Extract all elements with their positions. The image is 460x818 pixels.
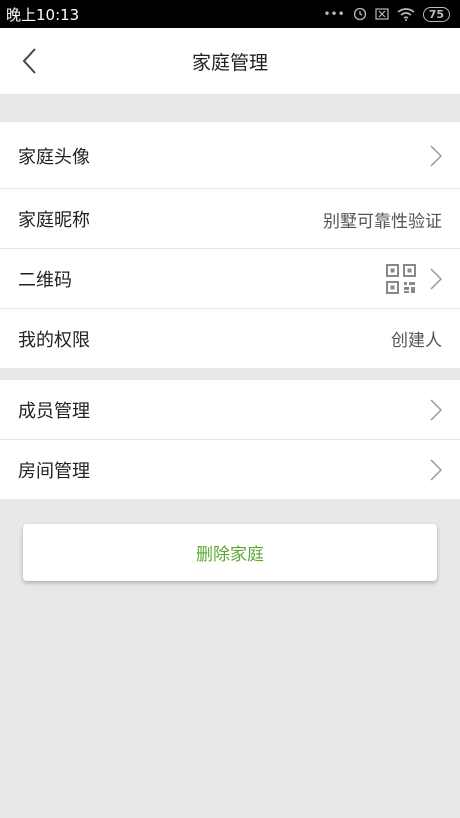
room-management-label: 房间管理 (18, 460, 90, 482)
section-gap (0, 94, 460, 122)
my-permission-label: 我的权限 (18, 329, 90, 351)
member-management-row[interactable]: 成员管理 (0, 380, 460, 440)
family-avatar-row[interactable]: 家庭头像 (0, 122, 460, 189)
qr-code-row[interactable]: 二维码 (0, 249, 460, 309)
alarm-icon (353, 7, 366, 21)
chevron-right-icon (430, 144, 442, 167)
family-nickname-value: 别墅可靠性验证 (323, 211, 442, 232)
delete-section: 删除家庭 (0, 499, 460, 581)
nav-bar: 家庭管理 (0, 28, 460, 94)
more-dots-icon: ••• (323, 7, 345, 21)
family-nickname-row[interactable]: 家庭昵称 别墅可靠性验证 (0, 189, 460, 249)
chevron-right-icon (430, 458, 442, 481)
delete-family-button[interactable]: 删除家庭 (23, 524, 437, 581)
family-nickname-label: 家庭昵称 (18, 210, 90, 231)
page-title: 家庭管理 (191, 51, 268, 74)
family-info-group: 家庭头像 家庭昵称 别墅可靠性验证 二维码 我的权限 创建人 (0, 122, 460, 368)
my-permission-row: 我的权限 创建人 (0, 309, 460, 368)
wifi-icon (397, 7, 415, 21)
qr-code-icon (386, 264, 416, 294)
family-avatar-label: 家庭头像 (18, 146, 90, 168)
chevron-right-icon (430, 399, 442, 421)
chevron-right-icon (430, 268, 442, 290)
sim-off-icon (375, 8, 389, 20)
status-time: 晚上10:13 (6, 5, 80, 24)
status-bar: 晚上10:13 ••• 75 (0, 0, 460, 28)
my-permission-value: 创建人 (391, 331, 442, 351)
room-management-row[interactable]: 房间管理 (0, 440, 460, 499)
management-group: 成员管理 房间管理 (0, 380, 460, 499)
qr-code-label: 二维码 (18, 270, 72, 291)
status-icons: ••• 75 (323, 6, 450, 22)
qr-code-right (386, 264, 442, 294)
battery-indicator: 75 (422, 6, 450, 22)
section-separator (0, 368, 460, 380)
back-button[interactable] (14, 46, 44, 76)
member-management-label: 成员管理 (18, 401, 90, 422)
chevron-left-icon (22, 48, 36, 74)
